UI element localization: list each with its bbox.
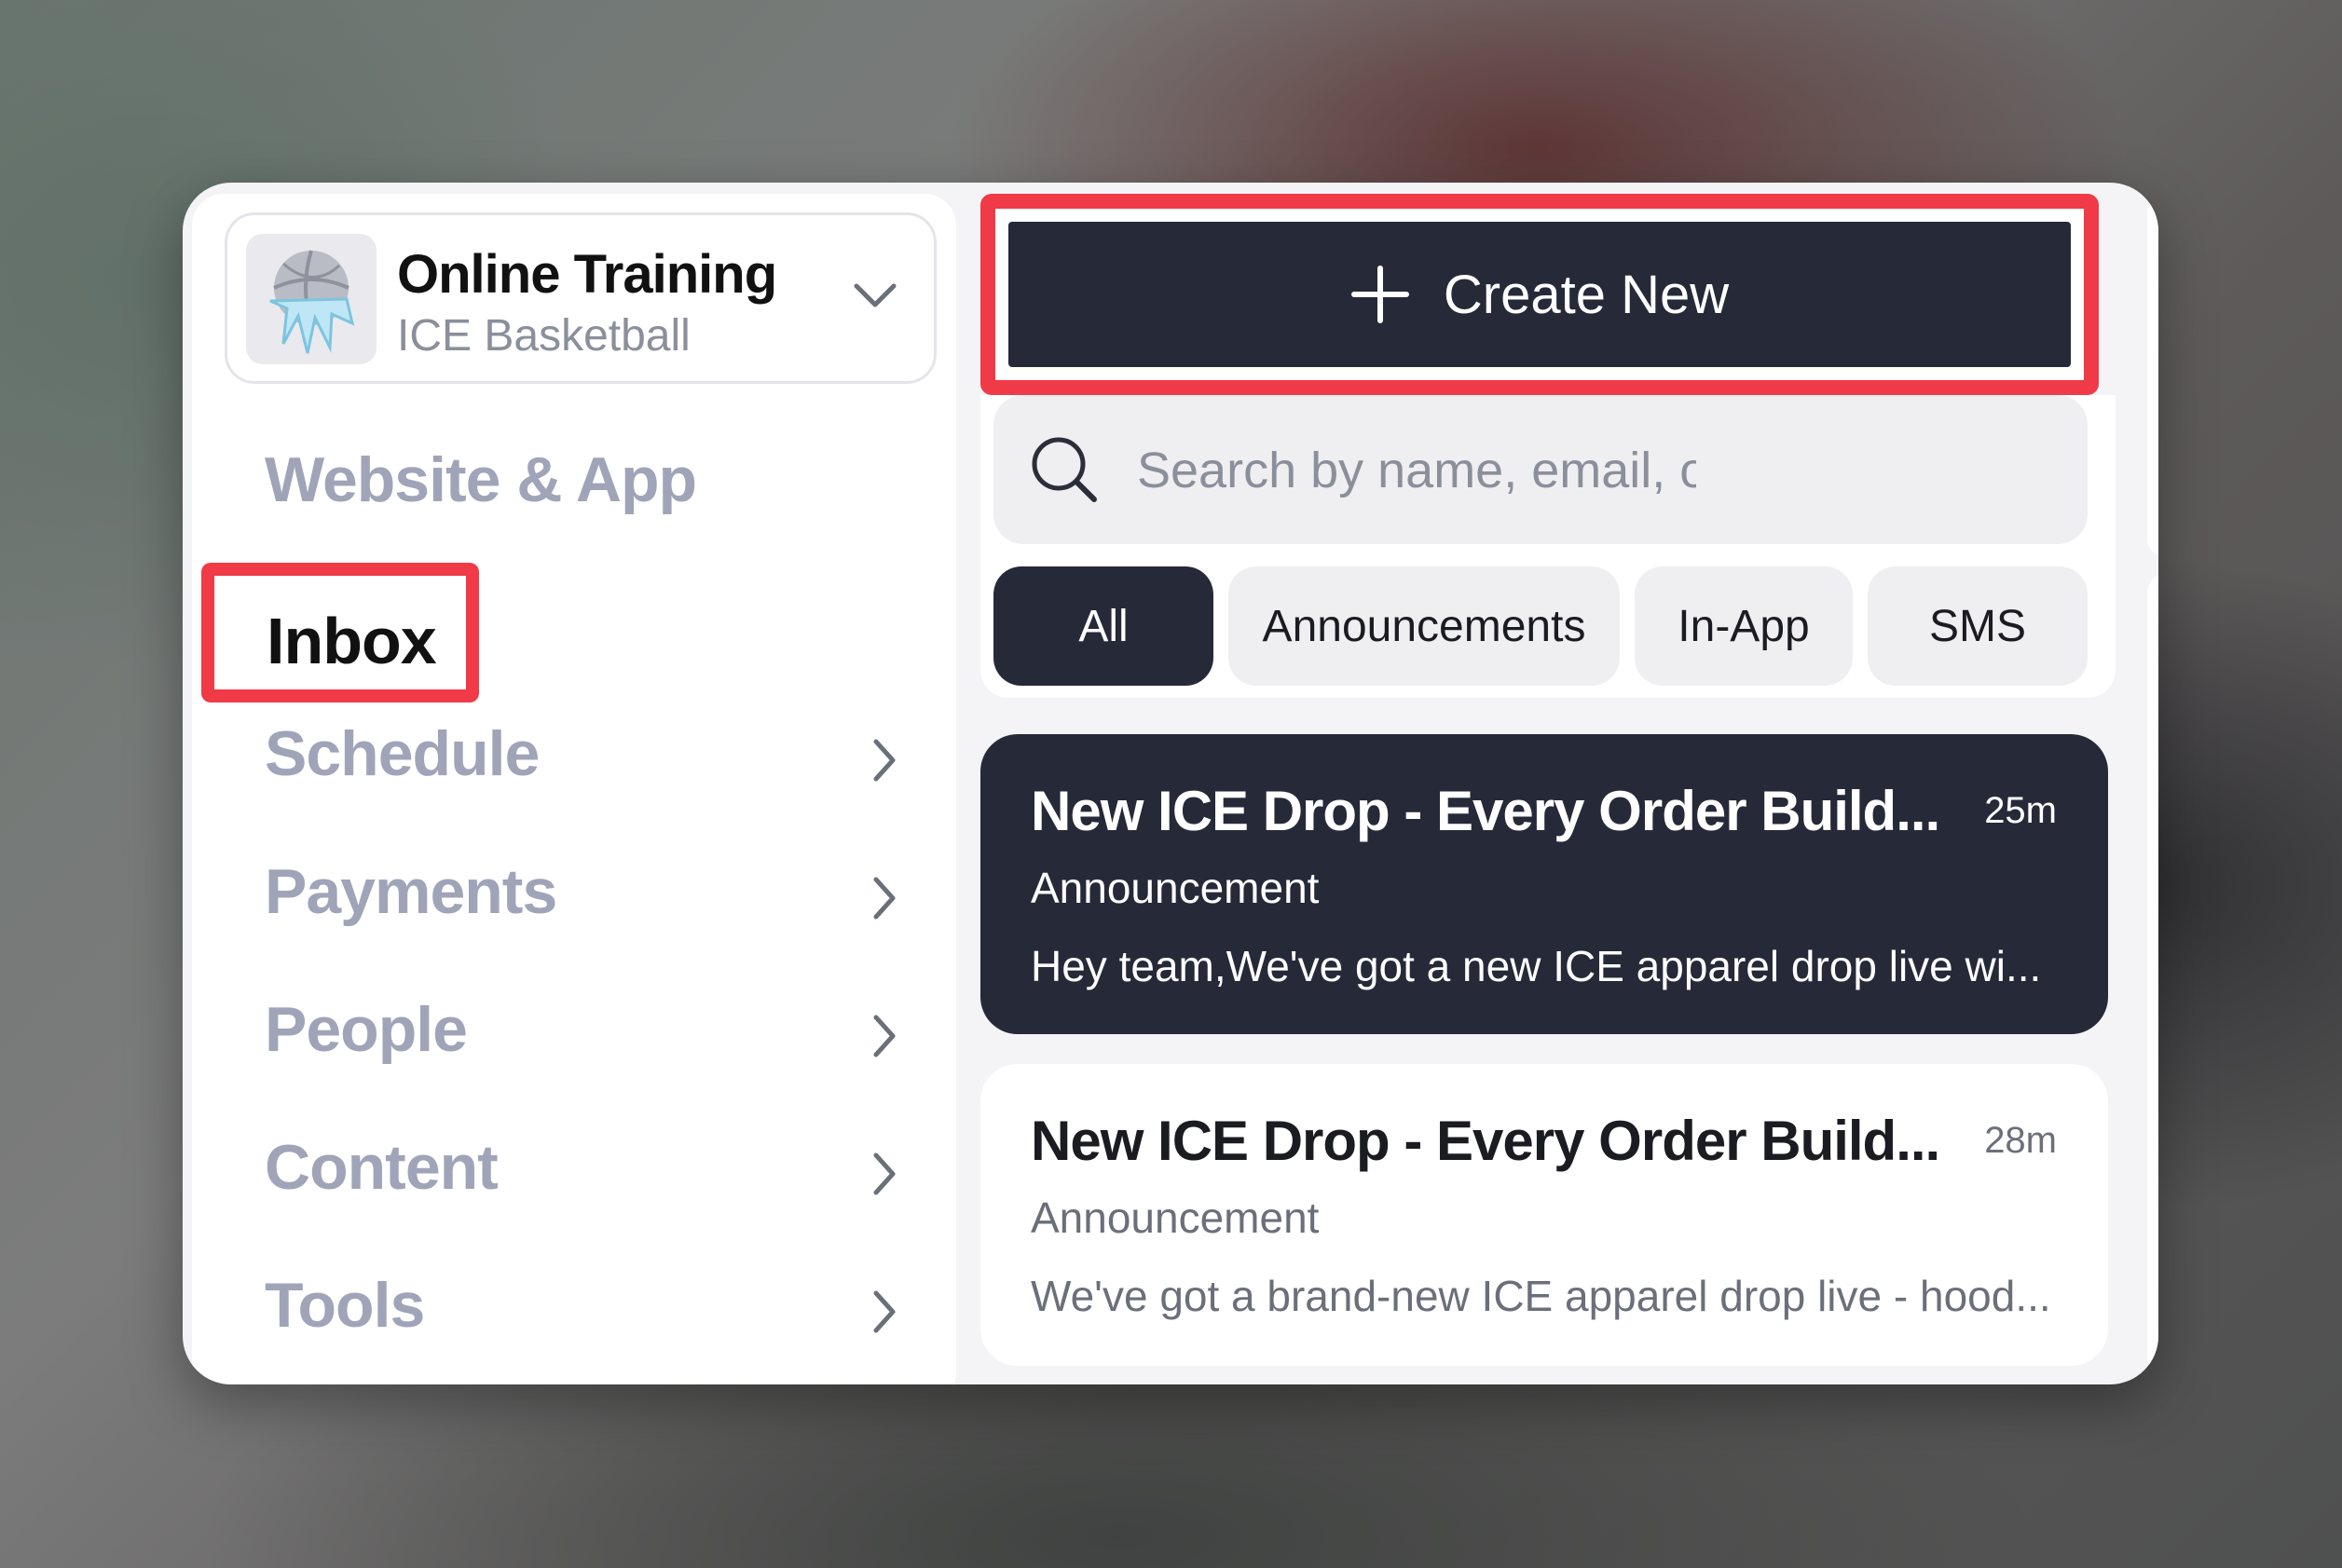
search-bar[interactable] xyxy=(993,395,2088,544)
app-window: Online Training ICE Basketball Website &… xyxy=(183,183,2158,1384)
org-subtitle: ICE Basketball xyxy=(397,311,691,361)
message-preview: We've got a brand-new ICE apparel drop l… xyxy=(1031,1272,2051,1320)
nav-item-payments[interactable]: Payments xyxy=(265,855,557,928)
create-new-label: Create New xyxy=(1443,264,1730,325)
message-type: Announcement xyxy=(1031,1193,1320,1242)
detail-pane-edge xyxy=(2147,194,2158,557)
filter-chip-in-app[interactable]: In-App xyxy=(1635,566,1853,686)
message-title: New ICE Drop - Every Order Build... xyxy=(1031,1110,1940,1172)
search-filter-panel: All Announcements In-App SMS xyxy=(980,395,2116,698)
filter-chip-announcements[interactable]: Announcements xyxy=(1228,566,1620,686)
filter-chip-all[interactable]: All xyxy=(993,566,1213,686)
chevron-right-icon xyxy=(870,1148,898,1200)
nav-item-tools[interactable]: Tools xyxy=(265,1269,425,1342)
search-input[interactable] xyxy=(1135,432,1698,509)
message-item[interactable]: New ICE Drop - Every Order Build... 28m … xyxy=(980,1064,2108,1366)
message-preview: Hey team,We've got a new ICE apparel dro… xyxy=(1031,942,2042,990)
nav-item-inbox[interactable]: Inbox xyxy=(201,563,479,702)
detail-pane-edge xyxy=(2147,574,2158,1375)
message-title: New ICE Drop - Every Order Build... xyxy=(1031,780,1940,842)
nav-item-inbox-label: Inbox xyxy=(267,605,437,677)
nav-item-people[interactable]: People xyxy=(265,993,468,1066)
inbox-column: Create New All Announcements In-App SMS … xyxy=(980,183,2127,1384)
create-new-button[interactable]: Create New xyxy=(1008,222,2071,367)
message-item-selected[interactable]: New ICE Drop - Every Order Build... 25m … xyxy=(980,734,2108,1034)
chevron-right-icon xyxy=(870,1286,898,1338)
nav-item-schedule[interactable]: Schedule xyxy=(265,717,540,790)
chevron-right-icon xyxy=(870,872,898,924)
message-time: 28m xyxy=(1984,1120,2057,1161)
org-switcher[interactable]: Online Training ICE Basketball xyxy=(225,212,937,384)
create-new-highlight: Create New xyxy=(980,194,2099,395)
filter-chip-sms[interactable]: SMS xyxy=(1868,566,2088,686)
org-title: Online Training xyxy=(397,244,777,305)
sidebar: Online Training ICE Basketball Website &… xyxy=(192,194,956,1384)
search-icon xyxy=(1029,434,1100,505)
nav-item-content[interactable]: Content xyxy=(265,1131,499,1204)
message-type: Announcement xyxy=(1031,864,1320,912)
basketball-ice-logo-icon xyxy=(246,234,377,364)
plus-icon xyxy=(1350,265,1410,324)
message-time: 25m xyxy=(1984,790,2057,831)
nav-item-website-app[interactable]: Website & App xyxy=(265,443,697,516)
chevron-right-icon xyxy=(870,1010,898,1062)
chevron-down-icon[interactable] xyxy=(852,277,898,314)
chevron-right-icon xyxy=(870,734,898,786)
